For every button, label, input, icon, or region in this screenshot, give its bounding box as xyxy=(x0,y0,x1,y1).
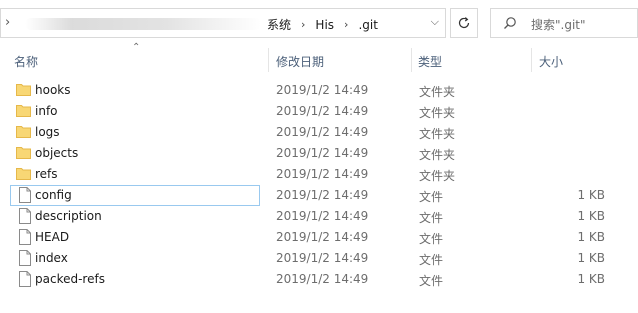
breadcrumb-item-system[interactable]: 系统 xyxy=(263,16,295,33)
file-icon xyxy=(19,187,31,203)
breadcrumb: 系统 › His › .git xyxy=(263,16,382,33)
file-date: 2019/1/2 14:49 xyxy=(276,251,369,265)
folder-icon xyxy=(16,84,31,96)
folder-icon xyxy=(16,126,31,138)
file-name: config xyxy=(35,188,72,202)
column-header-name[interactable]: 名称 xyxy=(14,53,38,70)
refresh-icon xyxy=(458,17,470,29)
breadcrumb-item-git[interactable]: .git xyxy=(354,18,381,32)
list-item[interactable]: refs 2019/1/2 14:49 文件夹 xyxy=(0,164,638,185)
file-date: 2019/1/2 14:49 xyxy=(276,104,369,118)
file-date: 2019/1/2 14:49 xyxy=(276,272,369,286)
column-header-type[interactable]: 类型 xyxy=(418,53,442,70)
address-bar[interactable]: › 系统 › His › .git ⌵ xyxy=(0,8,446,38)
list-item[interactable]: logs 2019/1/2 14:49 文件夹 xyxy=(0,122,638,143)
file-type: 文件夹 xyxy=(419,148,456,162)
sort-ascending-icon: ⌃ xyxy=(132,42,141,53)
list-item[interactable]: objects 2019/1/2 14:49 文件夹 xyxy=(0,143,638,164)
column-header-date[interactable]: 修改日期 xyxy=(276,53,324,70)
file-type: 文件 xyxy=(419,253,444,267)
list-item[interactable]: description 2019/1/2 14:49 文件 1 KB xyxy=(0,206,638,227)
chevron-down-icon[interactable]: ⌵ xyxy=(431,15,439,29)
file-icon xyxy=(19,208,31,224)
file-type: 文件夹 xyxy=(419,169,456,183)
file-name: index xyxy=(35,251,68,265)
file-type: 文件夹 xyxy=(419,127,456,141)
file-icon xyxy=(19,271,31,287)
list-item[interactable]: config 2019/1/2 14:49 文件 1 KB xyxy=(0,185,638,206)
file-type: 文件 xyxy=(419,232,444,246)
blurred-path-segment xyxy=(25,18,261,30)
search-icon xyxy=(504,17,516,29)
chevron-right-icon[interactable]: › xyxy=(5,15,10,30)
file-type: 文件 xyxy=(419,211,444,225)
file-date: 2019/1/2 14:49 xyxy=(276,83,369,97)
search-input[interactable]: 搜索".git" xyxy=(531,16,586,33)
column-header-size[interactable]: 大小 xyxy=(539,53,563,70)
list-item[interactable]: index 2019/1/2 14:49 文件 1 KB xyxy=(0,248,638,269)
column-divider[interactable] xyxy=(531,48,532,72)
file-name: logs xyxy=(35,125,60,139)
file-date: 2019/1/2 14:49 xyxy=(276,146,369,160)
folder-icon xyxy=(16,168,31,180)
file-name: description xyxy=(35,209,102,223)
file-type: 文件 xyxy=(419,190,444,204)
file-name: HEAD xyxy=(35,230,70,244)
file-date: 2019/1/2 14:49 xyxy=(276,167,369,181)
chevron-right-icon[interactable]: › xyxy=(295,18,311,31)
file-name: packed-refs xyxy=(35,272,105,286)
column-divider[interactable] xyxy=(411,48,412,72)
folder-icon xyxy=(16,105,31,117)
list-item[interactable]: packed-refs 2019/1/2 14:49 文件 1 KB xyxy=(0,269,638,290)
file-name: hooks xyxy=(35,83,71,97)
file-type: 文件夹 xyxy=(419,85,456,99)
column-headers: ⌃ 名称 修改日期 类型 大小 xyxy=(0,42,638,72)
file-name: info xyxy=(35,104,58,118)
file-icon xyxy=(19,250,31,266)
file-size: 1 KB xyxy=(577,230,605,244)
file-name: objects xyxy=(35,146,79,160)
file-date: 2019/1/2 14:49 xyxy=(276,125,369,139)
file-type: 文件夹 xyxy=(419,106,456,120)
folder-icon xyxy=(16,147,31,159)
file-date: 2019/1/2 14:49 xyxy=(276,230,369,244)
breadcrumb-item-his[interactable]: His xyxy=(311,18,338,32)
file-name: refs xyxy=(35,167,58,181)
chevron-right-icon[interactable]: › xyxy=(338,18,354,31)
file-size: 1 KB xyxy=(577,251,605,265)
file-date: 2019/1/2 14:49 xyxy=(276,188,369,202)
refresh-button[interactable] xyxy=(450,8,478,38)
search-box[interactable]: 搜索".git" xyxy=(490,8,638,38)
list-item[interactable]: info 2019/1/2 14:49 文件夹 xyxy=(0,101,638,122)
file-size: 1 KB xyxy=(577,188,605,202)
file-type: 文件 xyxy=(419,274,444,288)
list-item[interactable]: HEAD 2019/1/2 14:49 文件 1 KB xyxy=(0,227,638,248)
file-size: 1 KB xyxy=(577,209,605,223)
file-date: 2019/1/2 14:49 xyxy=(276,209,369,223)
column-divider[interactable] xyxy=(268,48,269,72)
file-size: 1 KB xyxy=(577,272,605,286)
list-item[interactable]: hooks 2019/1/2 14:49 文件夹 xyxy=(0,80,638,101)
file-icon xyxy=(19,229,31,245)
